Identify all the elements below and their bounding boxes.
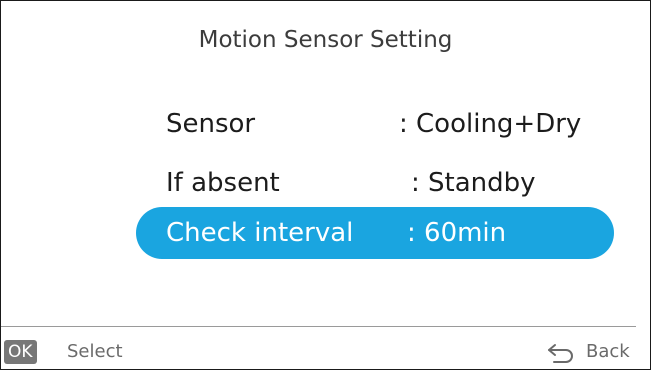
footer-bar: OK Select Back <box>1 339 650 367</box>
motion-sensor-setting-screen: Motion Sensor Setting Sensor : Cooling+D… <box>0 0 651 370</box>
setting-row-check-interval[interactable]: Check interval : 60min <box>1 207 650 259</box>
back-button[interactable]: Back <box>546 339 641 365</box>
select-hint-label: Select <box>67 341 123 362</box>
setting-value-check-interval: : 60min <box>407 218 507 248</box>
setting-label-check-interval: Check interval <box>166 218 354 248</box>
footer-divider <box>1 326 636 327</box>
ok-button-badge[interactable]: OK <box>4 340 37 364</box>
return-arrow-icon <box>548 344 573 363</box>
page-title: Motion Sensor Setting <box>198 27 453 53</box>
setting-label-if-absent: If absent <box>166 168 280 198</box>
setting-label-sensor: Sensor <box>166 109 256 139</box>
setting-row-if-absent[interactable]: If absent : Standby <box>1 157 650 209</box>
back-label: Back <box>586 341 630 362</box>
setting-row-sensor[interactable]: Sensor : Cooling+Dry <box>1 98 650 150</box>
setting-value-sensor: : Cooling+Dry <box>399 109 582 139</box>
setting-value-if-absent: : Standby <box>411 168 536 198</box>
